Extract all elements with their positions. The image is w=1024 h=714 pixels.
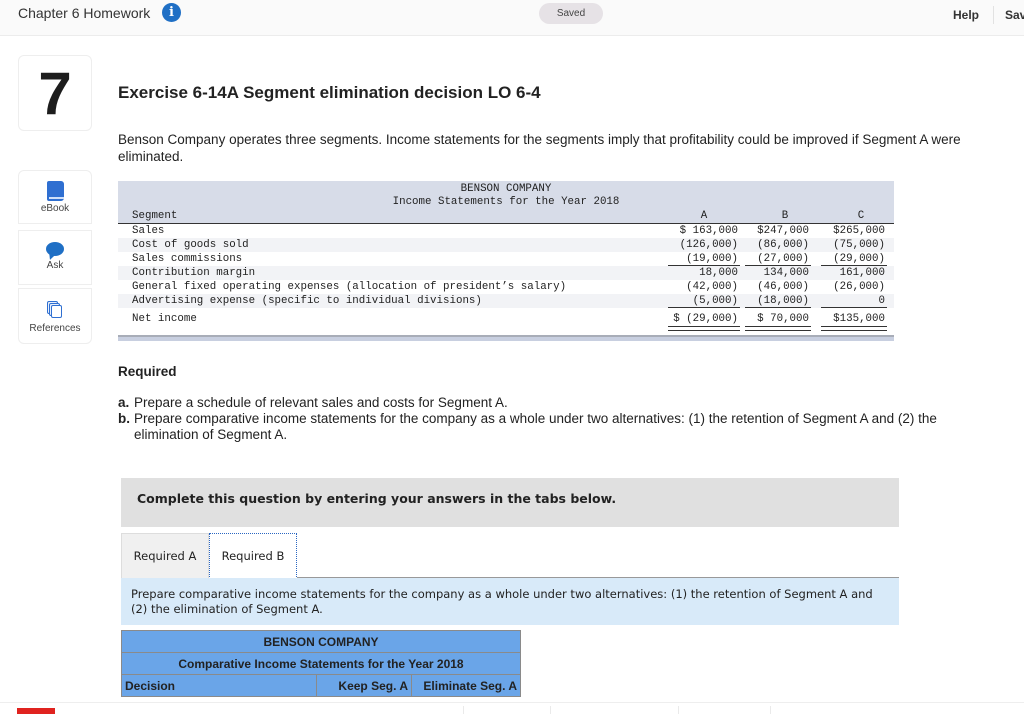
cell-segment-b: (46,000) [757,281,809,293]
ask-button[interactable]: Ask [18,230,92,285]
comparative-income-table: BENSON COMPANY Comparative Income Statem… [121,630,521,697]
cell-segment-c: (26,000) [833,281,885,293]
cell-segment-a: $ 163,000 [679,225,738,237]
item-marker: b. [118,411,130,426]
row-label: Sales [132,225,165,237]
item-marker: a. [118,395,130,410]
divider [550,706,551,714]
header-eliminate-seg-a: Eliminate Seg. A [411,674,521,697]
saved-status-badge: Saved [539,3,603,24]
help-button[interactable]: Help [953,8,979,22]
cell-segment-a: (42,000) [686,281,738,293]
row-label: Advertising expense (specific to individ… [132,295,482,307]
required-item-b: b. Prepare comparative income statements… [118,411,978,443]
cell-segment-a: (5,000) [668,294,740,308]
statement-footer [118,335,894,341]
statement-subtitle: Income Statements for the Year 2018 [392,196,620,208]
statement-row: Advertising expense (specific to individ… [118,294,894,308]
required-item-a: a. Prepare a schedule of relevant sales … [118,395,978,411]
assignment-title: Chapter 6 Homework [18,5,151,21]
column-header-c: C [857,210,865,222]
required-heading: Required [118,364,177,379]
statement-header: BENSON COMPANY Income Statements for the… [118,181,894,223]
comparative-subtitle: Comparative Income Statements for the Ye… [121,652,521,675]
required-list: a. Prepare a schedule of relevant sales … [118,395,978,443]
column-header-a: A [700,210,708,222]
cell-segment-c: (75,000) [833,239,885,251]
exercise-intro: Benson Company operates three segments. … [118,132,961,164]
column-header-b: B [781,210,789,222]
table-header-row: Decision Keep Seg. A Eliminate Seg. A [121,674,521,697]
statement-row: Sales $ 163,000 $247,000 $265,000 [118,224,894,238]
divider [463,706,464,714]
statement-row: Net income $ (29,000) $ 70,000 $135,000 [118,312,894,331]
answer-tabs: Required A Required B [121,533,899,579]
comparative-company: BENSON COMPANY [121,630,521,653]
row-label: Contribution margin [132,267,256,279]
statement-row: Contribution margin 18,000 134,000 161,000 [118,266,894,280]
references-label: References [29,323,81,334]
question-number: 7 [18,55,92,131]
item-text: Prepare a schedule of relevant sales and… [134,395,508,410]
references-button[interactable]: References [18,288,92,344]
row-label: Net income [132,313,197,325]
divider [678,706,679,714]
row-label: Sales commissions [132,253,243,265]
divider [770,706,771,714]
cell-segment-b: $247,000 [757,225,809,237]
cell-segment-c: $135,000 [821,312,887,331]
cell-segment-b: 134,000 [763,267,809,279]
exercise-title: Exercise 6-14A Segment elimination decis… [118,83,541,102]
statement-company: BENSON COMPANY [460,183,552,195]
top-bar: Chapter 6 Homework i Saved Help Save & E… [0,0,1024,36]
ebook-button[interactable]: eBook [18,170,92,224]
progress-indicator [17,708,55,714]
documents-icon [46,301,64,319]
table-title-row: BENSON COMPANY [121,630,521,653]
ask-label: Ask [46,260,64,271]
item-text: Prepare comparative income statements fo… [134,411,937,442]
chat-bubble-icon [46,242,64,256]
book-icon [46,181,64,201]
cell-segment-c: 161,000 [839,267,885,279]
cell-segment-c: (29,000) [821,252,887,266]
tab-panel-instructions: Prepare comparative income statements fo… [121,578,899,625]
cell-segment-a: (126,000) [679,239,738,251]
cell-segment-b: (27,000) [745,252,811,266]
table-subtitle-row: Comparative Income Statements for the Ye… [121,652,521,675]
segment-column-label: Segment [132,210,178,222]
cell-segment-b: $ 70,000 [745,312,811,331]
cell-segment-c: $265,000 [833,225,885,237]
statement-row: General fixed operating expenses (alloca… [118,280,894,294]
instructions-banner: Complete this question by entering your … [121,478,899,527]
bottom-navigation-bar [0,702,1024,714]
cell-segment-a: $ (29,000) [668,313,740,331]
cell-segment-c: 0 [821,294,887,308]
info-icon[interactable]: i [162,3,181,22]
header-keep-seg-a: Keep Seg. A [316,674,412,697]
tab-required-a[interactable]: Required A [121,533,209,578]
ebook-label: eBook [40,203,70,214]
cell-segment-a: (19,000) [668,252,740,266]
row-label: Cost of goods sold [132,239,249,251]
header-decision: Decision [121,674,317,697]
statement-row: Cost of goods sold (126,000) (86,000) (75,0… [118,238,894,252]
divider [993,6,994,24]
row-label: General fixed operating expenses (alloca… [132,281,567,293]
tab-required-b[interactable]: Required B [209,533,297,579]
cell-segment-a: 18,000 [699,267,738,279]
cell-segment-b: (18,000) [745,294,811,308]
statement-row: Sales commissions (19,000) (27,000) (29,000… [118,252,894,266]
income-statement-table: BENSON COMPANY Income Statements for the… [118,181,894,341]
cell-segment-b: (86,000) [757,239,809,251]
save-exit-button[interactable]: Save & Exit [1005,8,1024,22]
